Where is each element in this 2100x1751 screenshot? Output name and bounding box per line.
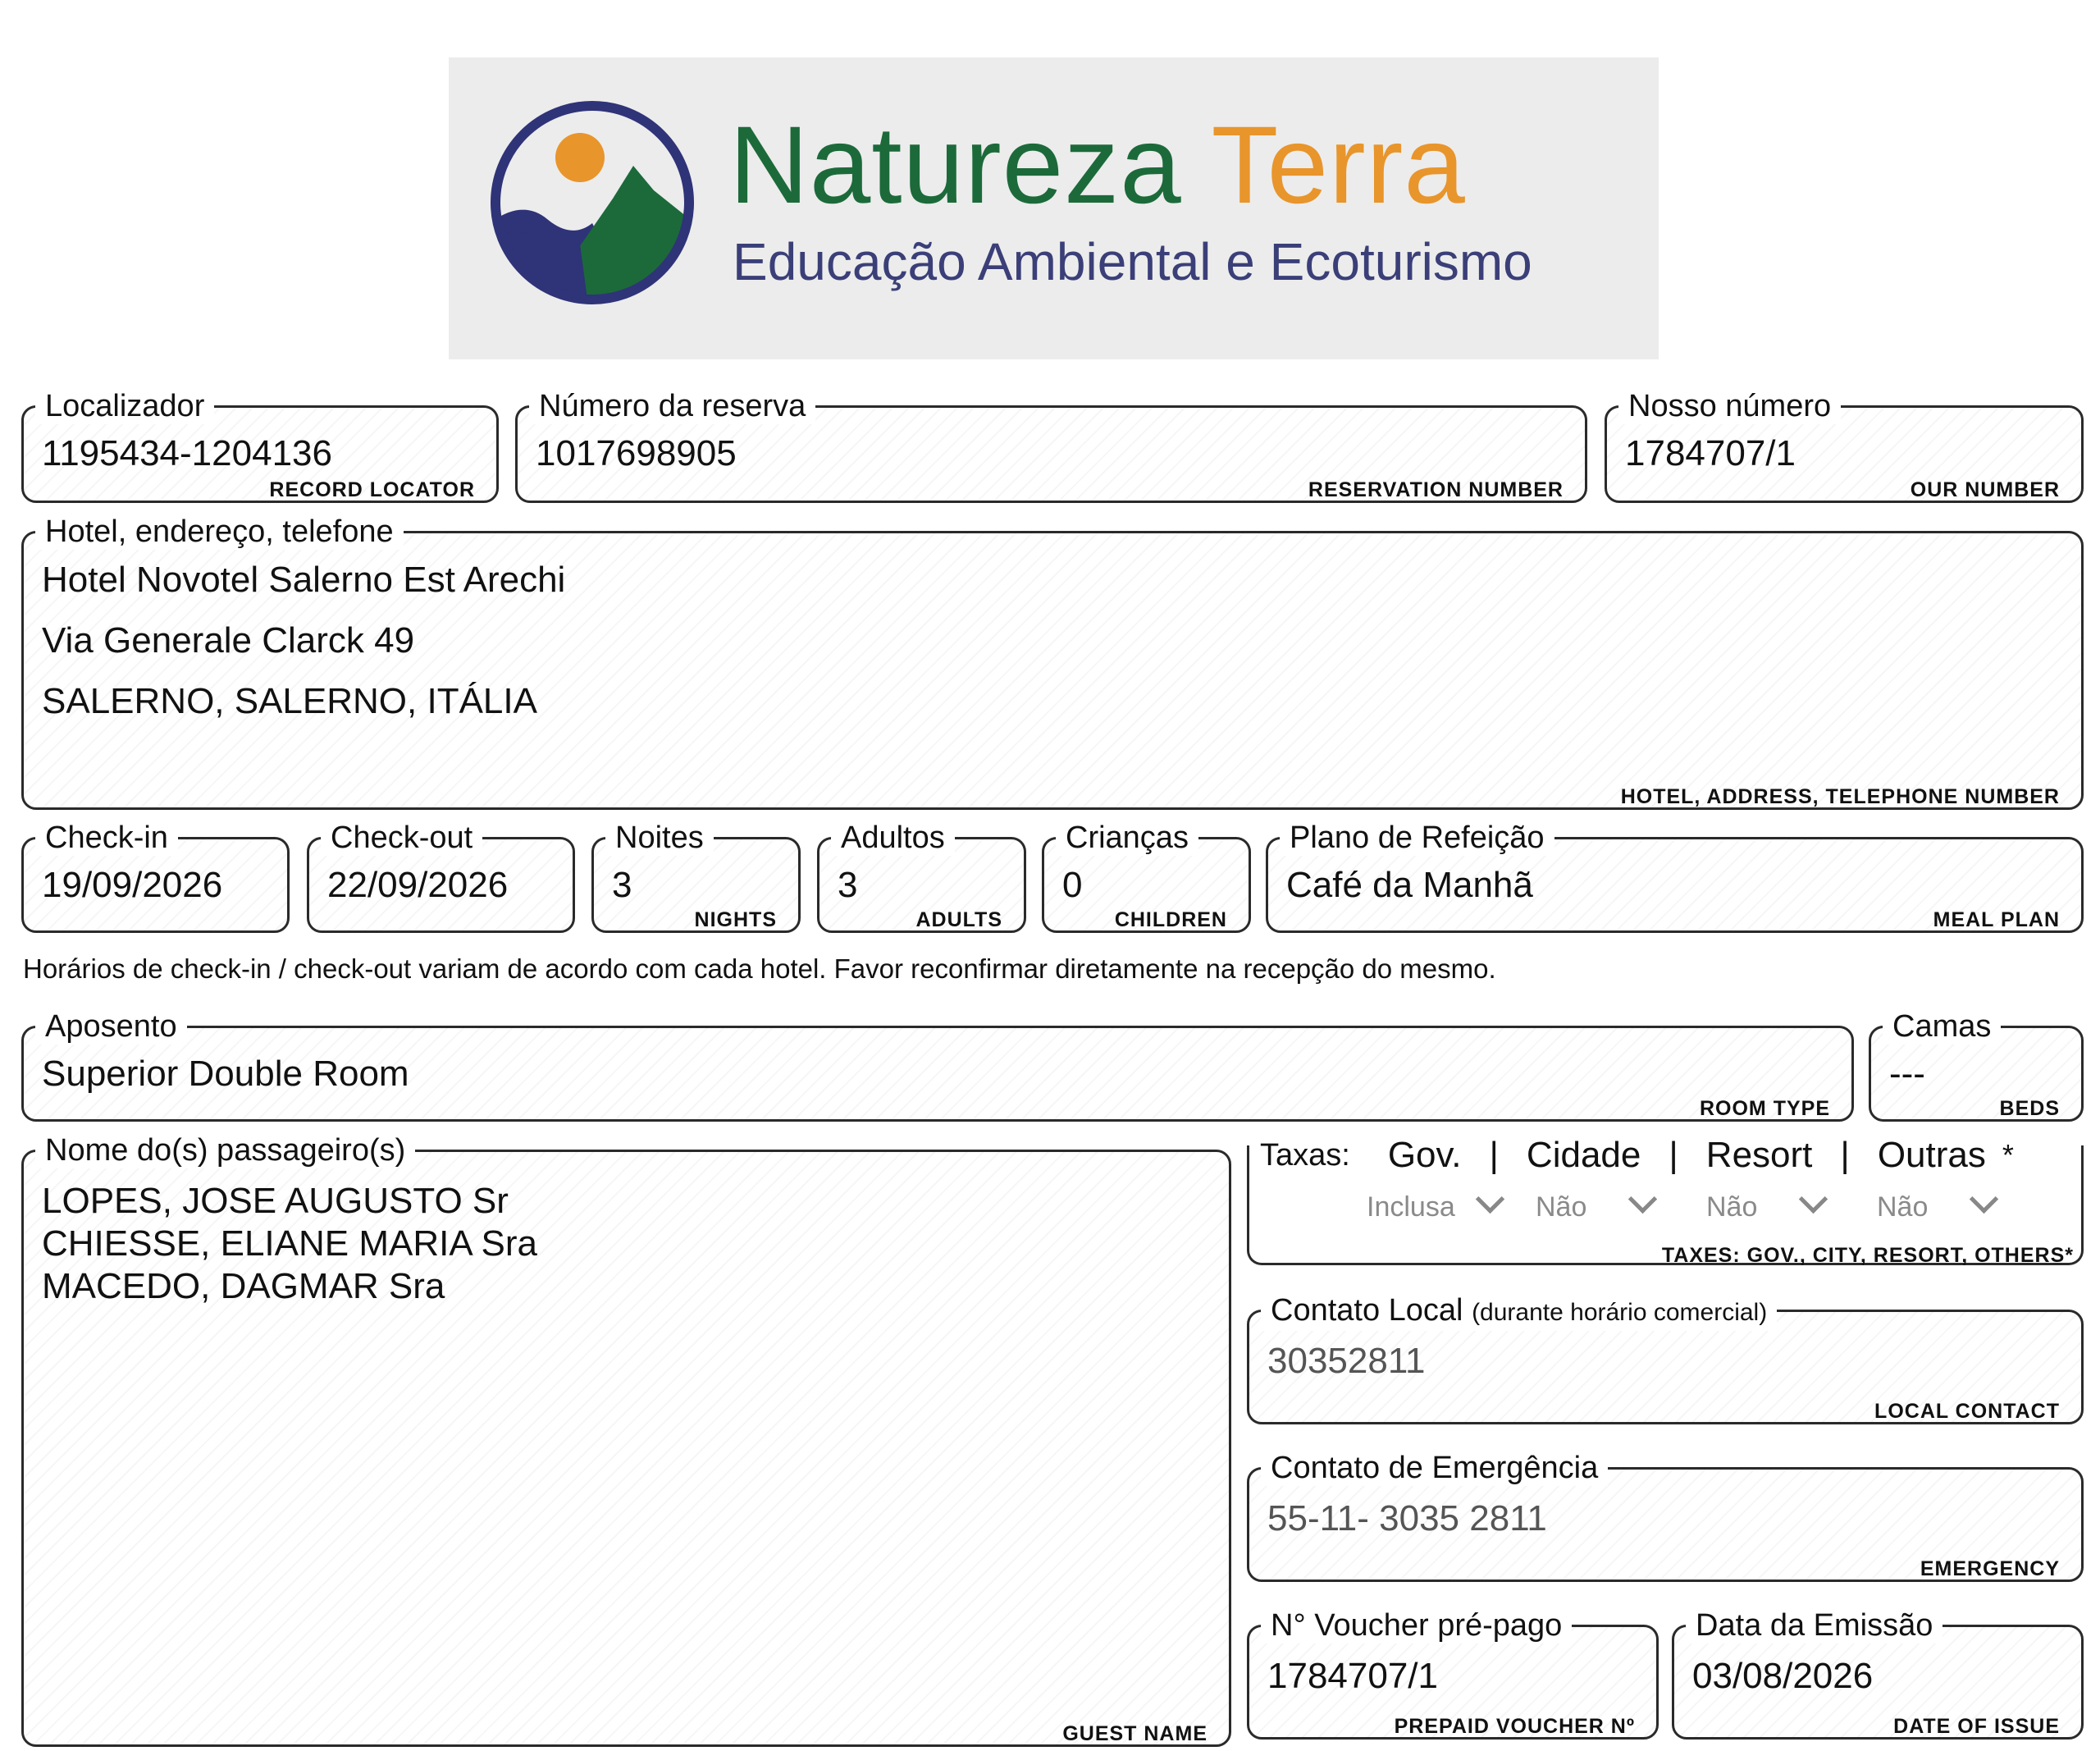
company-logo: Natureza Terra Educação Ambiental e Ecot… <box>449 57 1659 359</box>
logo-emblem-icon <box>491 101 694 304</box>
hotel-name: Hotel Novotel Salerno Est Arechi <box>42 560 566 600</box>
field-label: Data da Emissão <box>1686 1607 1943 1644</box>
field-caption: HOTEL, ADDRESS, TELEPHONE NUMBER <box>1620 785 2060 808</box>
field-value: Café da Manhã <box>1286 865 1533 905</box>
reservation-number-field: Número da reserva 1017698905 RESERVATION… <box>515 388 1587 503</box>
field-label: Check-in <box>35 820 178 856</box>
nights-field: Noites 3 NIGHTS <box>591 820 801 933</box>
field-caption: OUR NUMBER <box>1910 478 2060 501</box>
field-caption: LOCAL CONTACT <box>1874 1400 2060 1423</box>
guest-list: LOPES, JOSE AUGUSTO Sr CHIESSE, ELIANE M… <box>42 1180 537 1308</box>
list-item: MACEDO, DAGMAR Sra <box>42 1266 445 1306</box>
room-type-field: Aposento Superior Double Room ROOM TYPE <box>21 1008 1854 1122</box>
checkin-note: Horários de check-in / check-out variam … <box>23 953 1496 984</box>
field-caption: CHILDREN <box>1114 908 1227 931</box>
date-of-issue-field: Data da Emissão 03/08/2026 DATE OF ISSUE <box>1672 1607 2084 1740</box>
field-value: 55-11- 3035 2811 <box>1267 1498 1547 1538</box>
field-label: Contato de Emergência <box>1261 1450 1609 1486</box>
field-label: Crianças <box>1056 820 1198 856</box>
checkout-field: Check-out 22/09/2026 <box>307 820 575 933</box>
tax-select-resort[interactable]: Não <box>1706 1184 1828 1223</box>
field-value: --- <box>1889 1054 1925 1094</box>
tax-header-resort: Resort <box>1705 1135 1813 1175</box>
field-caption: ADULTS <box>915 908 1002 931</box>
tax-header-city: Cidade <box>1526 1135 1641 1175</box>
field-value: 1017698905 <box>536 433 737 473</box>
list-item: CHIESSE, ELIANE MARIA Sra <box>42 1223 537 1264</box>
guest-names-field: Nome do(s) passageiro(s) LOPES, JOSE AUG… <box>21 1132 1231 1747</box>
field-caption: BEDS <box>1999 1097 2060 1120</box>
field-value: Superior Double Room <box>42 1054 409 1094</box>
field-label: Localizador <box>35 388 215 424</box>
field-label: Contato Local (durante horário comercial… <box>1261 1292 1778 1331</box>
our-number-field: Nosso número 1784707/1 OUR NUMBER <box>1605 388 2084 503</box>
field-caption: DATE OF ISSUE <box>1893 1715 2060 1738</box>
field-caption: PREPAID VOUCHER Nº <box>1394 1715 1635 1738</box>
taxes-header: Taxas: Gov. | Cidade | Resort | Outras * <box>1252 1132 2022 1178</box>
adults-field: Adultos 3 ADULTS <box>817 820 1026 933</box>
field-label: Nome do(s) passageiro(s) <box>35 1132 416 1168</box>
list-item: LOPES, JOSE AUGUSTO Sr <box>42 1181 509 1221</box>
meal-plan-field: Plano de Refeição Café da Manhã MEAL PLA… <box>1266 820 2084 933</box>
tax-asterisk: * <box>2002 1138 2014 1172</box>
prepaid-voucher-field: N° Voucher pré-pago 1784707/1 PREPAID VO… <box>1247 1607 1659 1740</box>
field-label: Nosso número <box>1618 388 1842 424</box>
tax-select-others[interactable]: Não <box>1877 1184 1999 1223</box>
tax-select-gov[interactable]: Inclusa <box>1367 1184 1504 1223</box>
field-label: Check-out <box>321 820 483 856</box>
tax-separator: | <box>1669 1135 1678 1175</box>
field-label: N° Voucher pré-pago <box>1261 1607 1573 1644</box>
hotel-street: Via Generale Clarck 49 <box>42 620 415 661</box>
local-contact-field: Contato Local (durante horário comercial… <box>1247 1292 2084 1424</box>
record-locator-field: Localizador 1195434-1204136 RECORD LOCAT… <box>21 388 499 503</box>
brand-name: Natureza Terra <box>729 104 1466 226</box>
field-caption: RESERVATION NUMBER <box>1308 478 1564 501</box>
emergency-contact-field: Contato de Emergência 55-11- 3035 2811 E… <box>1247 1450 2084 1582</box>
field-caption: RECORD LOCATOR <box>269 478 475 501</box>
field-value: 0 <box>1062 865 1083 905</box>
tax-separator: | <box>1840 1135 1850 1175</box>
field-value: 30352811 <box>1267 1341 1426 1381</box>
field-value: 1784707/1 <box>1625 433 1796 473</box>
field-value: 3 <box>838 865 858 905</box>
tax-header-others: Outras <box>1877 1135 1986 1175</box>
brand-tagline: Educação Ambiental e Ecoturismo <box>733 232 1532 291</box>
field-value: 1195434-1204136 <box>42 433 332 473</box>
field-label: Hotel, endereço, telefone <box>35 514 404 550</box>
children-field: Crianças 0 CHILDREN <box>1042 820 1251 933</box>
field-caption: ROOM TYPE <box>1699 1097 1830 1120</box>
field-caption: EMERGENCY <box>1920 1557 2060 1580</box>
taxes-caption: TAXES: GOV., CITY, RESORT, OTHERS* <box>1661 1244 2074 1267</box>
field-caption: NIGHTS <box>694 908 777 931</box>
field-label: Aposento <box>35 1008 187 1045</box>
beds-field: Camas --- BEDS <box>1869 1008 2084 1122</box>
field-value: 3 <box>612 865 632 905</box>
hotel-lines: Hotel Novotel Salerno Est Arechi Via Gen… <box>42 550 565 732</box>
field-value: 03/08/2026 <box>1692 1656 1874 1696</box>
checkin-field: Check-in 19/09/2026 <box>21 820 290 933</box>
field-value: 1784707/1 <box>1267 1656 1438 1696</box>
hotel-city: SALERNO, SALERNO, ITÁLIA <box>42 681 537 721</box>
field-value: 19/09/2026 <box>42 865 223 905</box>
field-label: Número da reserva <box>529 388 816 424</box>
field-label: Adultos <box>831 820 955 856</box>
hotel-address-field: Hotel, endereço, telefone Hotel Novotel … <box>21 514 2084 810</box>
field-caption: GUEST NAME <box>1062 1722 1208 1745</box>
field-value: 22/09/2026 <box>327 865 509 905</box>
tax-separator: | <box>1489 1135 1499 1175</box>
field-label: Noites <box>605 820 714 856</box>
taxes-label: Taxas: <box>1260 1137 1350 1173</box>
tax-header-gov: Gov. <box>1387 1135 1462 1175</box>
field-caption: MEAL PLAN <box>1933 908 2060 931</box>
field-label: Plano de Refeição <box>1280 820 1554 856</box>
tax-select-city[interactable]: Não <box>1536 1184 1658 1223</box>
field-label: Camas <box>1883 1008 2002 1045</box>
